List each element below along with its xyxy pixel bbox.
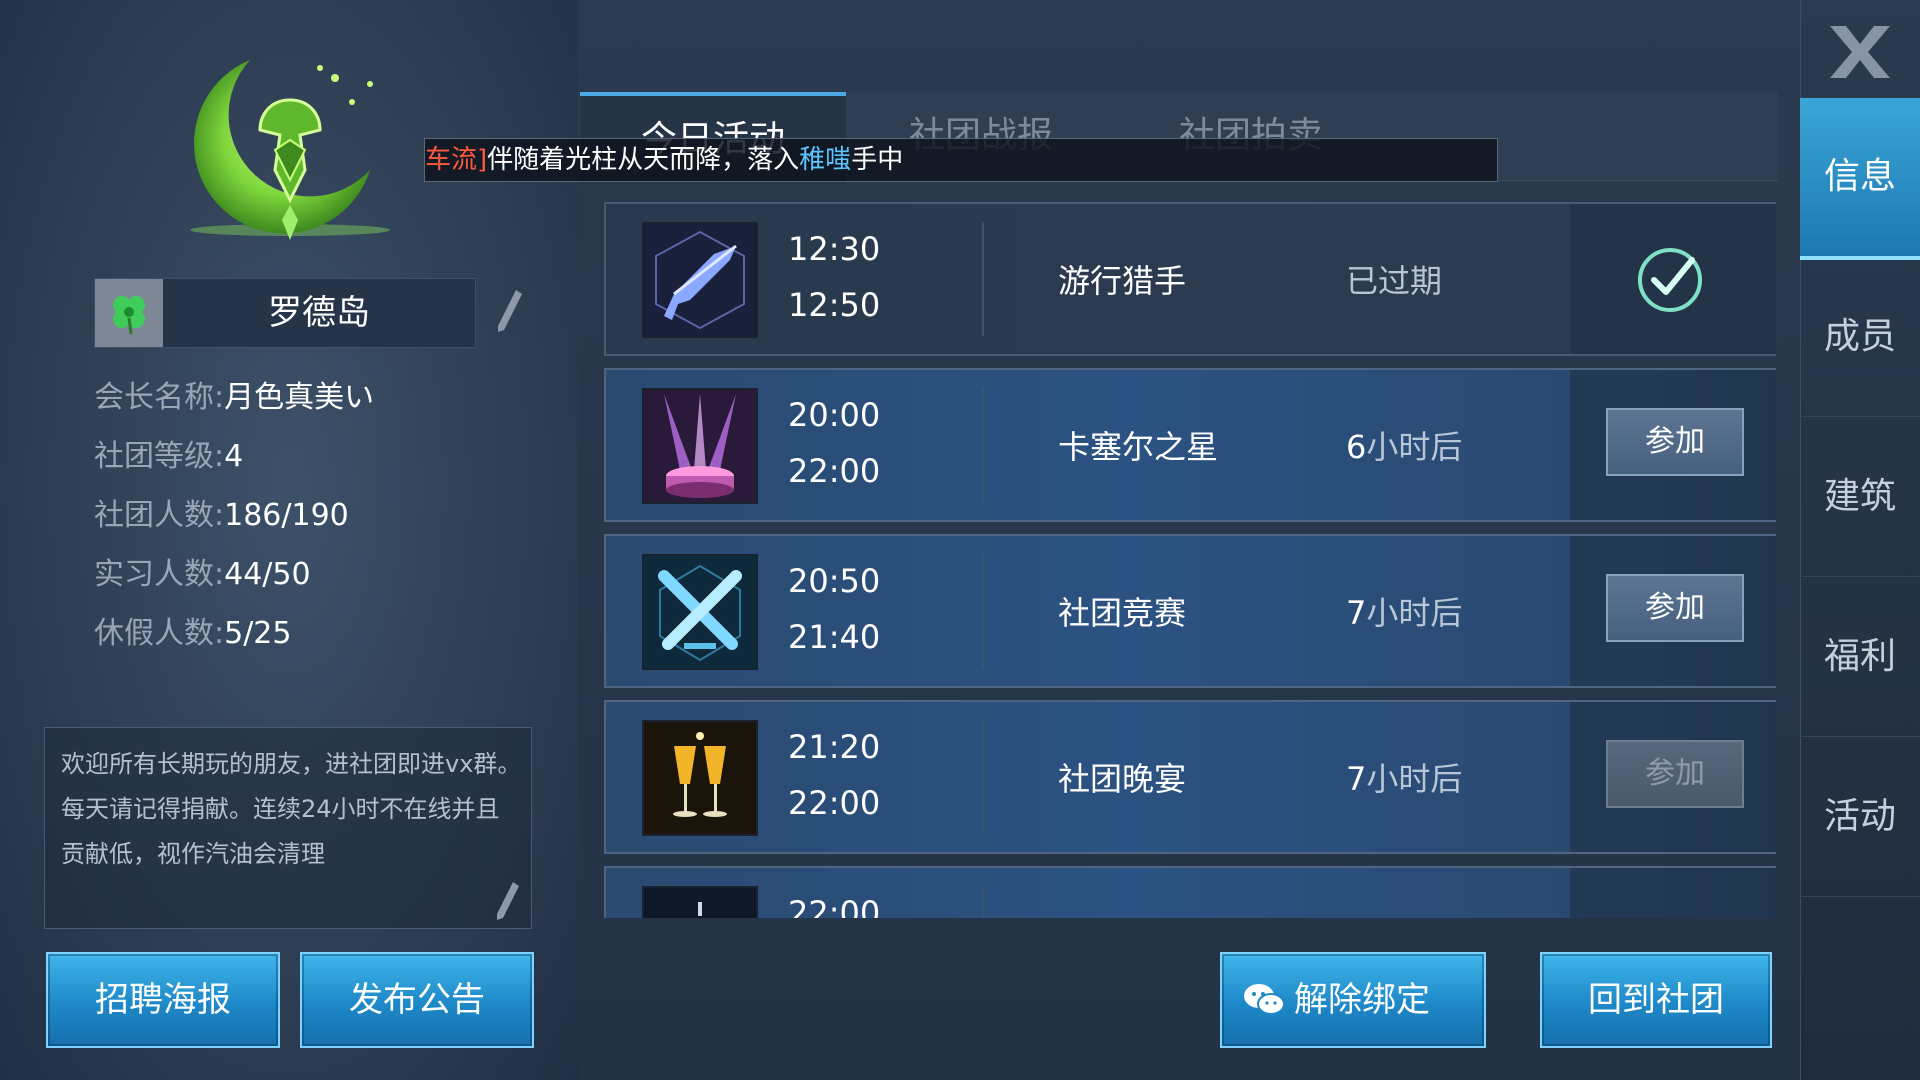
guild-level-line: 社团等级:4	[94, 431, 243, 475]
close-icon[interactable]	[1820, 20, 1900, 84]
unbind-wechat-button[interactable]: 解除绑定	[1220, 952, 1486, 1048]
start-time: 12:30	[788, 230, 881, 268]
activity-row[interactable]: 20:50 21:40 社团竞赛 7小时后 参加	[604, 534, 1776, 688]
ticker-prefix: 车流]	[425, 145, 488, 175]
activity-row[interactable]: 22:00	[604, 866, 1776, 918]
clover-icon	[95, 279, 163, 347]
guild-name-bar: 罗德岛	[94, 278, 476, 348]
activity-title: 社团晚宴	[1058, 760, 1187, 798]
guild-notice-text: 欢迎所有长期玩的朋友，进社团即进vx群。每天请记得捐献。连续24小时不在线并且贡…	[61, 750, 522, 868]
status-hours: 7	[1346, 594, 1367, 632]
end-time: 22:00	[788, 784, 881, 822]
edit-name-icon[interactable]	[492, 286, 526, 336]
champagne-icon	[642, 720, 758, 836]
status-suffix: 小时后	[1366, 594, 1463, 632]
leader-value: 月色真美い	[224, 380, 375, 415]
start-time: 20:00	[788, 396, 881, 434]
side-tab-buildings[interactable]: 建筑	[1800, 418, 1920, 577]
activity-status: 已过期	[1346, 262, 1443, 300]
activity-status: 7小时后	[1346, 588, 1462, 634]
row-divider	[982, 720, 984, 834]
activity-title: 社团竞赛	[1058, 594, 1187, 632]
leader-label: 会长名称:	[94, 380, 225, 415]
join-button[interactable]: 参加	[1606, 408, 1744, 476]
activity-status: 6小时后	[1346, 422, 1462, 468]
side-tab-activities[interactable]: 活动	[1800, 738, 1920, 897]
guild-notice-box[interactable]: 欢迎所有长期玩的朋友，进社团即进vx群。每天请记得捐献。连续24小时不在线并且贡…	[44, 727, 532, 929]
row-action-zone	[1570, 868, 1776, 918]
checkmark-icon	[1638, 248, 1702, 312]
stage-icon	[642, 388, 758, 504]
join-button-disabled[interactable]: 参加	[1606, 740, 1744, 808]
row-divider	[982, 222, 984, 336]
gun-icon	[642, 222, 758, 338]
intern-count-value: 44/50	[224, 557, 311, 592]
activity-row[interactable]: 21:20 22:00 社团晚宴 7小时后 参加	[604, 700, 1776, 854]
status-suffix: 小时后	[1366, 428, 1463, 466]
end-time: 22:00	[788, 452, 881, 490]
start-time: 22:00	[788, 894, 881, 918]
ticker-player-name: 稚嗤	[799, 145, 852, 175]
activity-row[interactable]: 20:00 22:00 卡塞尔之星 6小时后 参加	[604, 368, 1776, 522]
activity-title: 游行猎手	[1058, 262, 1187, 300]
intern-count-label: 实习人数:	[94, 557, 225, 592]
broadcast-ticker: 车流]伴随着光柱从天而降，落入稚嗤手中	[424, 138, 1498, 182]
ticker-message: 伴随着光柱从天而降，落入	[487, 145, 800, 175]
status-suffix: 小时后	[1366, 760, 1463, 798]
recruit-poster-button[interactable]: 招聘海报	[46, 952, 280, 1048]
activity-row[interactable]: 12:30 12:50 游行猎手 已过期	[604, 202, 1776, 356]
activity-status: 7小时后	[1346, 754, 1462, 800]
join-button[interactable]: 参加	[1606, 574, 1744, 642]
guild-emblem-icon	[190, 60, 390, 240]
vacation-count-line: 休假人数:5/25	[94, 608, 291, 652]
start-time: 20:50	[788, 562, 881, 600]
ticker-suffix: 手中	[851, 145, 904, 175]
wechat-icon	[1244, 984, 1285, 1015]
member-count-line: 社团人数:186/190	[94, 490, 349, 534]
vacation-count-label: 休假人数:	[94, 616, 225, 651]
row-divider	[982, 388, 984, 502]
activity-icon	[642, 886, 758, 918]
side-tab-info[interactable]: 信息	[1800, 98, 1920, 260]
crossed-swords-icon	[642, 554, 758, 670]
end-time: 12:50	[788, 286, 881, 324]
row-divider	[982, 886, 984, 918]
start-time: 21:20	[788, 728, 881, 766]
back-to-guild-button[interactable]: 回到社团	[1540, 952, 1772, 1048]
guild-name: 罗德岛	[268, 293, 370, 333]
publish-notice-button[interactable]: 发布公告	[300, 952, 534, 1048]
level-value: 4	[224, 439, 244, 474]
unbind-label: 解除绑定	[1294, 980, 1430, 1020]
status-hours: 6	[1346, 428, 1367, 466]
vacation-count-value: 5/25	[224, 616, 292, 651]
end-time: 21:40	[788, 618, 881, 656]
member-count-value: 186/190	[224, 498, 349, 533]
intern-count-line: 实习人数:44/50	[94, 549, 311, 593]
activity-title: 卡塞尔之星	[1058, 428, 1219, 466]
edit-notice-icon[interactable]	[493, 880, 521, 924]
side-tab-members[interactable]: 成员	[1800, 258, 1920, 417]
leader-name-line: 会长名称:月色真美い	[94, 372, 374, 416]
row-divider	[982, 554, 984, 668]
member-count-label: 社团人数:	[94, 498, 225, 533]
activity-list[interactable]: 12:30 12:50 游行猎手 已过期 20:00 22:00 卡塞尔之星 6…	[604, 202, 1776, 918]
side-tab-welfare[interactable]: 福利	[1800, 578, 1920, 737]
level-label: 社团等级:	[94, 439, 225, 474]
status-hours: 7	[1346, 760, 1367, 798]
